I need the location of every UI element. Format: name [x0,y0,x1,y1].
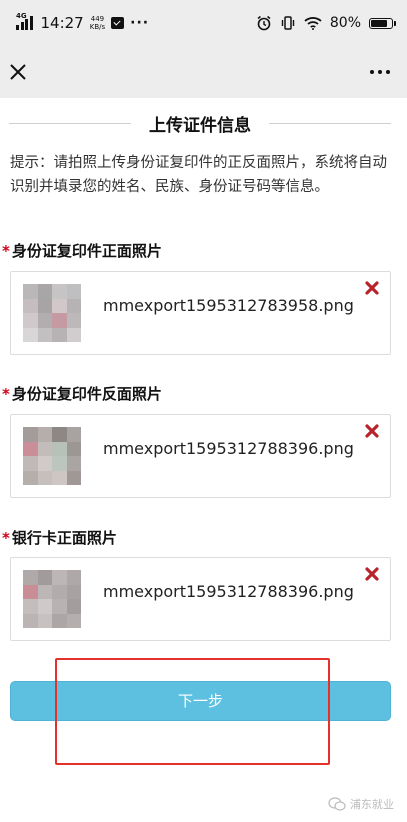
battery-percent: 80% [329,15,361,31]
field-label-text: 银行卡正面照片 [11,529,117,547]
more-notifications: ··· [130,15,150,31]
remove-icon[interactable] [364,423,380,439]
image-thumbnail[interactable] [23,427,81,485]
watermark-text: 浦东就业 [350,798,394,811]
wifi-icon [304,17,322,30]
upload-card-id-front[interactable]: mmexport1595312783958.png [10,271,391,355]
required-mark: * [2,242,10,260]
clock: 14:27 [40,14,84,32]
hint-text: 提示：请拍照上传身份证复印件的正反面照片，系统将自动识别并填录您的姓名、民族、身… [10,155,387,195]
file-name: mmexport1595312783958.png [103,296,354,315]
status-bar: 4G 14:27 449 KB/s ··· 80% [0,0,407,46]
title-divider-left [9,122,131,124]
highlight-box [55,658,330,765]
page-title: 上传证件信息 [9,108,391,138]
alarm-icon [257,15,271,31]
nav-bar [0,46,407,98]
remove-icon[interactable] [364,280,380,296]
speed-value: 449 [90,15,105,23]
field-label-bank-card: * 银行卡正面照片 [2,527,117,548]
upload-card-id-back[interactable]: mmexport1595312788396.png [10,414,391,498]
more-icon[interactable] [365,58,395,86]
watermark: 浦东就业 [328,796,394,812]
file-name: mmexport1595312788396.png [103,582,354,601]
vibrate-icon [281,16,295,30]
remove-icon[interactable] [364,566,380,582]
close-icon[interactable] [4,58,32,86]
field-label-id-front: * 身份证复印件正面照片 [2,240,162,261]
required-mark: * [2,529,10,547]
title-divider-right [269,122,391,124]
network-speed: 449 KB/s [90,15,105,31]
signal-icon: 4G [16,12,33,30]
page-title-text: 上传证件信息 [149,115,251,136]
speed-unit: KB/s [89,23,106,31]
upload-card-bank-card[interactable]: mmexport1595312788396.png [10,557,391,641]
file-name: mmexport1595312788396.png [103,439,354,458]
image-thumbnail[interactable] [23,570,81,628]
field-label-id-back: * 身份证复印件反面照片 [2,383,162,404]
field-label-text: 身份证复印件正面照片 [11,242,162,260]
battery-icon [369,17,396,29]
message-icon [111,17,125,29]
image-thumbnail[interactable] [23,284,81,342]
field-label-text: 身份证复印件反面照片 [11,385,162,403]
network-type: 4G [16,12,27,20]
wechat-icon [328,797,346,811]
required-mark: * [2,385,10,403]
